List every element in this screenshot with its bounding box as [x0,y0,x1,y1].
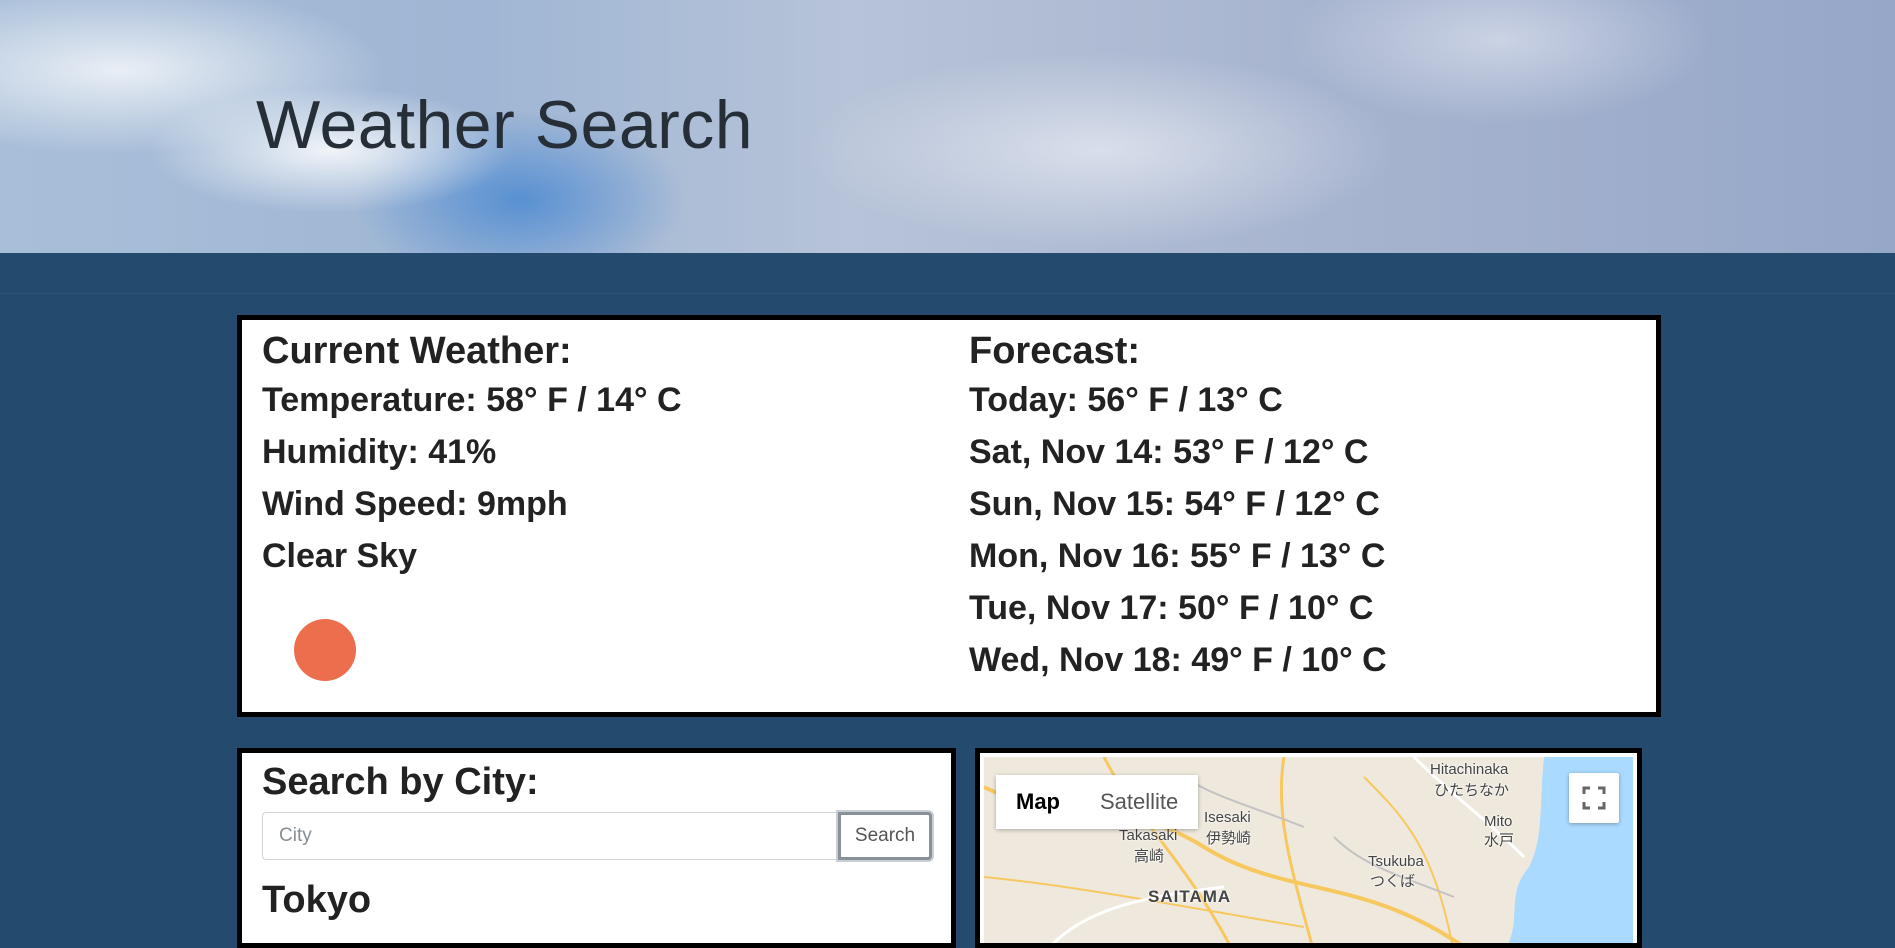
map-canvas[interactable]: Hitachinaka ひたちなか Mito 水戸 Isesaki 伊勢崎 Ta… [984,757,1633,943]
map-label-isesaki: Isesaki [1204,809,1251,826]
map-panel: Hitachinaka ひたちなか Mito 水戸 Isesaki 伊勢崎 Ta… [975,748,1642,948]
search-button[interactable]: Search [838,812,932,860]
search-form: Search [262,812,932,862]
map-label-tsukuba-jp: つくば [1370,873,1416,890]
map-label-mito: Mito [1484,813,1513,830]
map-label-mito-jp: 水戸 [1484,832,1515,849]
forecast-section: Forecast: Today: 56° F / 13° C Sat, Nov … [969,328,1387,686]
map-label-hitachinaka: Hitachinaka [1430,761,1509,778]
humidity-text: Humidity: 41% [262,433,497,471]
search-panel: Search by City: Search Tokyo [237,748,956,948]
forecast-day: Mon, Nov 16: 55° F / 13° C [969,537,1386,575]
section-divider [0,293,1895,294]
sun-icon [294,619,356,681]
map-type-map-button[interactable]: Map [996,775,1080,829]
city-input[interactable] [262,812,838,860]
map-type-toggle: Map Satellite [996,775,1199,829]
current-weather-heading: Current Weather: [262,330,572,372]
city-name: Tokyo [262,879,372,921]
condition-text: Clear Sky [262,537,417,575]
current-weather-section: Current Weather: Temperature: 58° F / 14… [262,328,682,582]
forecast-day: Sat, Nov 14: 53° F / 12° C [969,433,1369,471]
header-banner: Weather Search [0,0,1895,253]
temperature-text: Temperature: 58° F / 14° C [262,381,682,419]
map-label-tsukuba: Tsukuba [1368,853,1424,870]
forecast-day: Today: 56° F / 13° C [969,381,1283,419]
wind-speed-text: Wind Speed: 9mph [262,485,568,523]
fullscreen-icon [1582,786,1606,810]
page-title: Weather Search [256,87,754,163]
map-type-satellite-button[interactable]: Satellite [1080,775,1199,829]
map-label-saitama: SAITAMA [1148,887,1232,906]
forecast-day: Wed, Nov 18: 49° F / 10° C [969,641,1387,679]
map-label-hitachinaka-jp: ひたちなか [1434,782,1510,799]
map-label-takasaki-jp: 高崎 [1134,848,1165,865]
weather-panel: Current Weather: Temperature: 58° F / 14… [237,315,1661,717]
fullscreen-button[interactable] [1569,773,1619,823]
forecast-day: Sun, Nov 15: 54° F / 12° C [969,485,1380,523]
search-heading: Search by City: [262,761,539,803]
forecast-heading: Forecast: [969,330,1141,372]
map-label-isesaki-jp: 伊勢崎 [1206,830,1252,847]
map-label-takasaki: Takasaki [1119,827,1178,844]
forecast-day: Tue, Nov 17: 50° F / 10° C [969,589,1374,627]
